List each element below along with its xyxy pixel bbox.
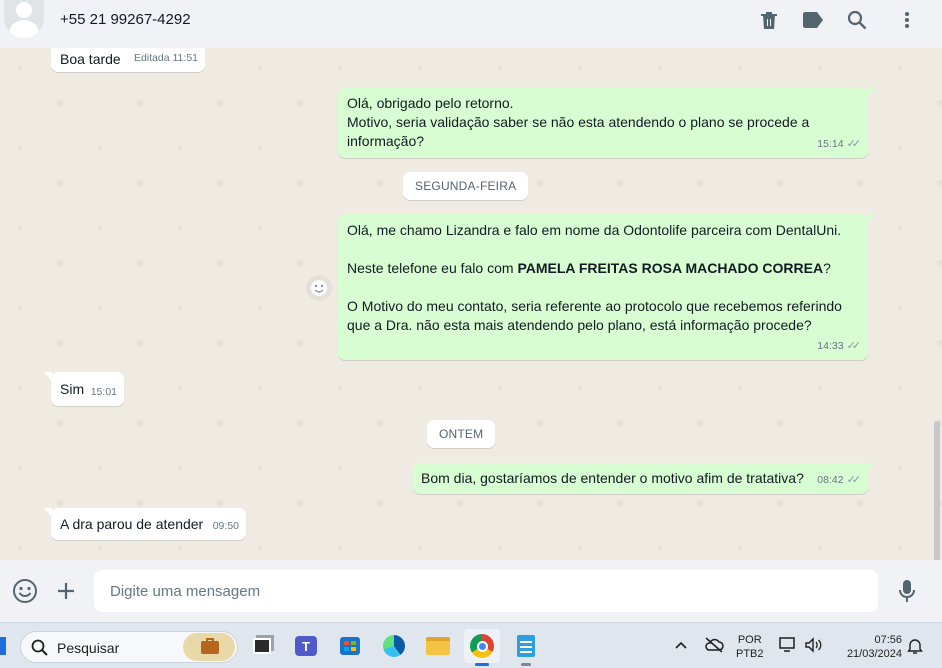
- message-text: Neste telefone eu falo com PAMELA FREITA…: [347, 260, 831, 276]
- message-text: Bom dia, gostaríamos de entender o motiv…: [421, 470, 804, 486]
- windows-taskbar: Pesquisar T POR PTB2 07:56 21/03/2024: [0, 622, 942, 668]
- onedrive-offline-icon[interactable]: [704, 637, 724, 658]
- message-text: Olá, obrigado pelo retorno. Motivo, seri…: [347, 95, 810, 149]
- date-divider: ONTEM: [427, 420, 496, 448]
- teams-icon[interactable]: T: [288, 629, 324, 663]
- message-meta: Editada 11:51: [133, 52, 198, 64]
- clock[interactable]: 07:56 21/03/2024: [836, 633, 902, 661]
- contact-name[interactable]: +55 21 99267-4292: [60, 11, 191, 28]
- message-outgoing[interactable]: Olá, obrigado pelo retorno. Motivo, seri…: [338, 88, 875, 158]
- store-icon[interactable]: [332, 629, 368, 663]
- message-text: O Motivo do meu contato, seria referente…: [347, 298, 842, 333]
- contact-fullname: PAMELA FREITAS ROSA MACHADO CORREA: [517, 260, 824, 276]
- date-divider: SEGUNDA-FEIRA: [403, 172, 529, 200]
- notification-bell-icon[interactable]: [907, 637, 923, 660]
- search-icon[interactable]: [845, 8, 869, 32]
- file-explorer-icon[interactable]: [420, 629, 456, 663]
- message-incoming[interactable]: A dra parou de atender 09:50: [44, 508, 246, 540]
- microphone-icon[interactable]: [894, 578, 920, 604]
- message-composer: [0, 560, 942, 622]
- chat-header: +55 21 99267-4292: [0, 0, 942, 48]
- briefcase-icon: [183, 633, 235, 661]
- chevron-up-icon[interactable]: [675, 637, 687, 653]
- network-icon[interactable]: [779, 637, 797, 658]
- message-text: A dra parou de atender: [60, 516, 204, 532]
- message-text: Olá, me chamo Lizandra e falo em nome da…: [347, 222, 842, 238]
- message-text: Sim: [60, 381, 85, 397]
- message-incoming[interactable]: Sim 15:01: [44, 372, 124, 406]
- search-icon: [31, 639, 48, 656]
- chat-scrollbar[interactable]: [934, 421, 940, 560]
- read-ticks-icon: ✓✓: [846, 138, 862, 150]
- message-incoming[interactable]: Boa tarde Editada 11:51: [51, 48, 205, 72]
- message-time: 15:01: [90, 386, 117, 398]
- chat-area[interactable]: Boa tarde Editada 11:51 Olá, obrigado pe…: [0, 48, 942, 560]
- message-outgoing[interactable]: Bom dia, gostaríamos de entender o motiv…: [413, 463, 875, 494]
- message-time: 14:33: [817, 340, 844, 352]
- edge-icon[interactable]: [376, 629, 412, 663]
- message-time: 09:50: [212, 520, 239, 532]
- message-time: 08:42: [817, 474, 844, 486]
- menu-icon[interactable]: [895, 8, 919, 32]
- message-input[interactable]: [94, 570, 878, 612]
- language-indicator[interactable]: POR PTB2: [736, 633, 764, 661]
- taskbar-search[interactable]: Pesquisar: [20, 631, 238, 663]
- label-icon[interactable]: [801, 8, 825, 32]
- plus-icon[interactable]: [53, 578, 79, 604]
- read-ticks-icon: ✓✓: [846, 474, 862, 486]
- taskbar-search-label: Pesquisar: [57, 640, 120, 656]
- contact-avatar[interactable]: [4, 0, 44, 38]
- message-outgoing[interactable]: Olá, me chamo Lizandra e falo em nome da…: [338, 214, 875, 360]
- reaction-emoji-icon[interactable]: [306, 275, 332, 301]
- chrome-icon[interactable]: [464, 629, 500, 666]
- task-view-icon[interactable]: [244, 629, 280, 663]
- start-button[interactable]: [0, 637, 6, 655]
- read-ticks-icon: ✓✓: [846, 340, 862, 352]
- message-time: 15:14: [817, 138, 844, 150]
- message-text: Boa tarde: [60, 51, 121, 67]
- emoji-icon[interactable]: [12, 578, 38, 604]
- notepad-icon[interactable]: [508, 629, 544, 666]
- delete-icon[interactable]: [757, 8, 781, 32]
- volume-icon[interactable]: [804, 637, 822, 658]
